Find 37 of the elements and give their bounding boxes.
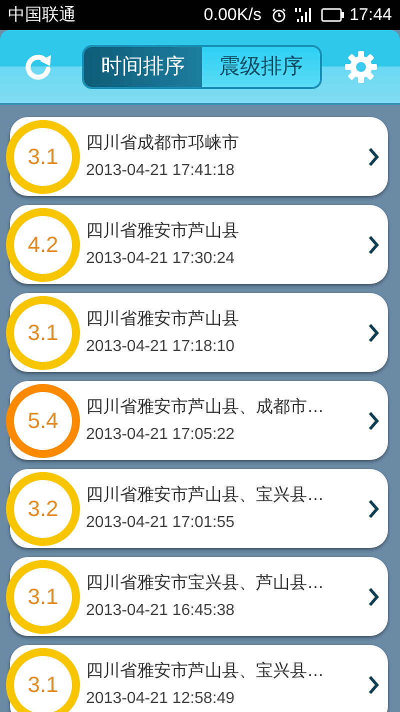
network-speed: 0.00K/s <box>204 4 262 26</box>
quake-location: 四川省雅安市芦山县、成都市… <box>86 396 325 418</box>
quake-time: 2013-04-21 16:45:38 <box>86 601 236 622</box>
clock: 17:44 <box>349 4 392 26</box>
sort-tab[interactable]: 震级排序 <box>202 46 320 86</box>
quake-time: 2013-04-21 12:58:49 <box>86 689 236 710</box>
magnitude-value: 3.1 <box>28 583 58 611</box>
chevron-icon <box>368 146 380 166</box>
quake-time: 2013-04-21 17:41:18 <box>86 161 236 182</box>
battery-icon <box>321 8 346 22</box>
quake-location: 四川省雅安市芦山县、宝兴县… <box>86 660 325 682</box>
quake-location: 四川省雅安市芦山县、宝兴县… <box>86 484 325 506</box>
settings-icon <box>344 50 378 84</box>
quake-time: 2013-04-21 17:30:24 <box>86 249 236 270</box>
sort-tab[interactable]: 时间排序 <box>84 46 202 86</box>
chevron-icon <box>368 674 380 694</box>
quake-location: 四川省雅安市宝兴县、芦山县… <box>86 572 325 594</box>
magnitude-value: 5.4 <box>28 407 58 435</box>
quake-location: 四川省雅安市芦山县 <box>86 220 240 242</box>
chevron-icon <box>368 586 380 606</box>
quake-time: 2013-04-21 17:05:22 <box>86 425 236 446</box>
magnitude-value: 3.2 <box>28 495 58 523</box>
alarm-icon <box>271 7 288 23</box>
chevron-icon <box>368 498 380 518</box>
quake-location: 四川省成都市邛崃市 <box>86 132 240 154</box>
chevron-icon <box>368 322 380 342</box>
quake-time: 2013-04-21 17:18:10 <box>86 337 236 358</box>
magnitude-value: 4.2 <box>28 231 58 259</box>
chevron-icon <box>368 234 380 254</box>
chevron-icon <box>368 410 380 430</box>
quake-location: 四川省雅安市芦山县 <box>86 308 240 330</box>
carrier-name: 中国联通 <box>8 4 76 26</box>
magnitude-value: 3.1 <box>28 319 58 347</box>
magnitude-value: 3.1 <box>28 143 58 171</box>
quake-time: 2013-04-21 17:01:55 <box>86 513 236 534</box>
signal-icon <box>295 7 314 23</box>
magnitude-value: 3.1 <box>28 671 58 699</box>
